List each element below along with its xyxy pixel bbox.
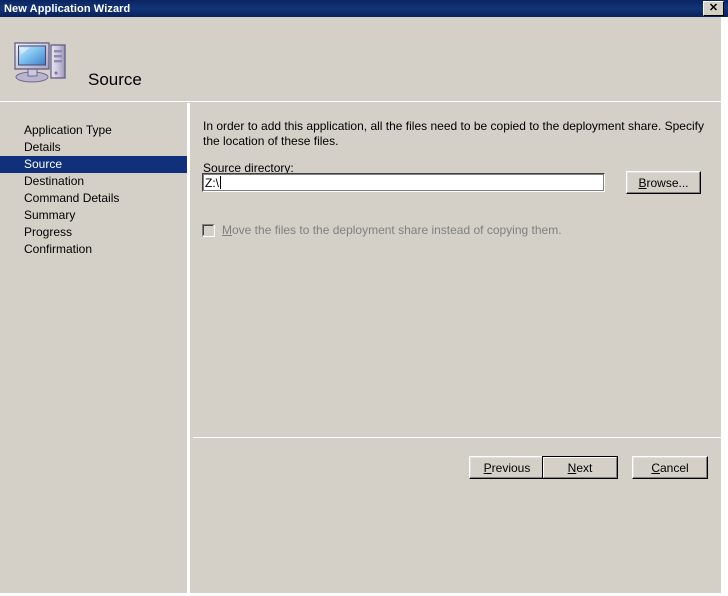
browse-accel: B	[638, 175, 647, 190]
sidebar-item-label: Summary	[24, 208, 76, 222]
sidebar-item-label: Application Type	[24, 123, 112, 137]
title-bar: New Application Wizard ✕	[0, 0, 728, 17]
move-files-checkbox[interactable]	[202, 223, 215, 237]
previous-accel: P	[483, 460, 492, 475]
next-button[interactable]: Next	[542, 456, 618, 479]
new-application-wizard-window: New Application Wizard ✕ Source Applicat…	[0, 0, 728, 596]
sidebar-item-confirmation[interactable]: Confirmation	[0, 241, 187, 258]
close-icon: ✕	[708, 2, 719, 14]
previous-rest: revious	[491, 460, 531, 475]
content-pane: In order to add this application, all th…	[193, 103, 721, 596]
browse-button[interactable]: Browse...	[626, 171, 701, 194]
next-button-face: Next	[543, 457, 617, 478]
cancel-button[interactable]: Cancel	[632, 456, 708, 479]
footer-button-bar: Previous Next Cancel	[193, 452, 721, 482]
sidebar-item-command-details[interactable]: Command Details	[0, 190, 187, 207]
move-files-accel: M	[222, 223, 232, 237]
instruction-text: In order to add this application, all th…	[203, 119, 704, 148]
sidebar-item-destination[interactable]: Destination	[0, 173, 187, 190]
page-title: Source	[88, 70, 142, 89]
previous-button[interactable]: Previous	[469, 456, 545, 479]
wizard-header: Source	[0, 17, 728, 101]
window-title: New Application Wizard	[4, 2, 131, 15]
sidebar-item-progress[interactable]: Progress	[0, 224, 187, 241]
browse-rest: rowse...	[646, 175, 689, 190]
browse-button-label: Browse...	[638, 176, 688, 190]
cancel-button-label: Cancel	[651, 461, 688, 475]
footer-separator	[193, 437, 721, 439]
sidebar-item-label: Destination	[24, 174, 85, 188]
move-files-rest: ove the files to the deployment share in…	[232, 223, 562, 237]
cancel-accel: C	[651, 460, 660, 475]
sidebar-item-source[interactable]: Source	[0, 156, 187, 173]
right-edge-gutter	[721, 17, 728, 596]
sidebar-item-summary[interactable]: Summary	[0, 207, 187, 224]
cancel-rest: ancel	[659, 460, 689, 475]
sidebar-item-label: Command Details	[24, 191, 120, 205]
wizard-step-list: Application Type Details Source Destinat…	[0, 103, 190, 596]
wizard-body: Application Type Details Source Destinat…	[0, 103, 728, 596]
source-directory-value: Z:\	[205, 175, 219, 190]
sidebar-item-details[interactable]: Details	[0, 139, 187, 156]
sidebar-item-label: Confirmation	[24, 242, 93, 256]
source-directory-input[interactable]: Z:\	[202, 173, 605, 192]
close-button[interactable]: ✕	[703, 1, 724, 16]
computer-icon	[12, 35, 68, 85]
sidebar-item-label: Source	[24, 157, 63, 171]
previous-button-label: Previous	[484, 461, 531, 475]
move-files-checkbox-label: Move the files to the deployment share i…	[222, 223, 562, 237]
sidebar-item-label: Progress	[24, 225, 73, 239]
next-button-label: Next	[568, 461, 593, 475]
text-caret	[220, 176, 221, 189]
next-rest: ext	[576, 460, 593, 475]
sidebar-item-application-type[interactable]: Application Type	[0, 122, 187, 139]
sidebar-item-label: Details	[24, 140, 61, 154]
move-files-checkbox-row[interactable]: Move the files to the deployment share i…	[202, 223, 562, 237]
